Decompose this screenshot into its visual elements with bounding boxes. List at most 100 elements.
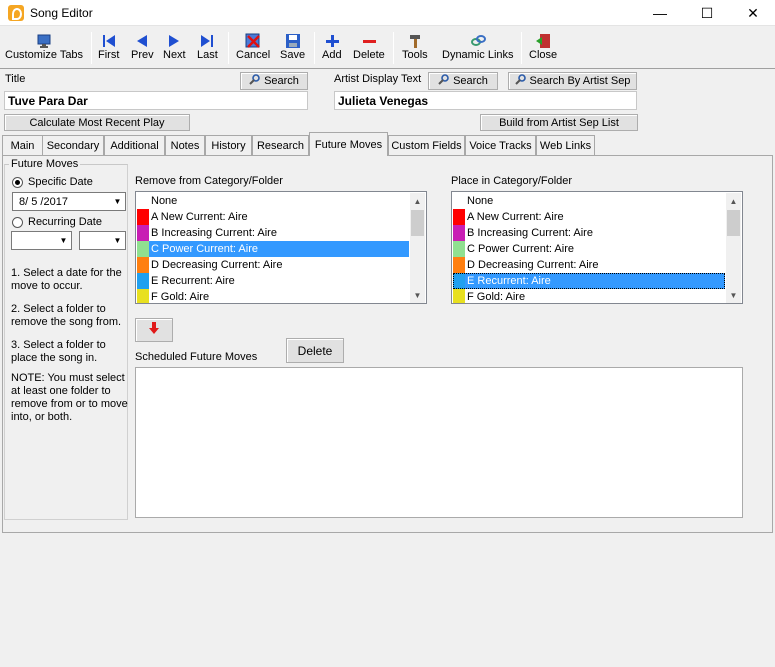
specific-date-picker[interactable]: 8/ 5 /2017 ▼ [12,192,126,211]
place-folder-list[interactable]: F Gold: Aire E Recurrent: Aire D Decreasin… [451,191,743,304]
remove-folder-list[interactable]: F Gold: Aire E Recurrent: Aire D Decreasin… [135,191,427,304]
save-label: Save [280,49,306,61]
list-item[interactable]: None [453,193,725,209]
list-item[interactable]: D Decreasing Current: Aire [453,257,725,273]
list-item[interactable]: D Decreasing Current: Aire [137,257,409,273]
tab-secondary[interactable]: Secondary [42,135,104,155]
add-button[interactable]: Add [319,30,345,66]
list-item[interactable]: F Gold: Aire [453,289,725,303]
title-search-button[interactable]: Search [240,72,308,90]
cancel-label: Cancel [236,49,271,61]
help-note: NOTE: You must select at least one folde… [11,372,128,423]
add-future-move-button[interactable] [135,318,173,342]
minus-icon [360,32,378,49]
toolbar-separator [521,32,522,64]
list-item[interactable]: B Increasing Current: Aire [137,225,409,241]
minimize-button[interactable]: — [637,0,683,26]
delete-move-button[interactable]: Delete [286,338,344,363]
list-item-label: C Power Current: Aire [467,243,574,255]
title-label: Title [5,73,26,85]
list-item[interactable]: A New Current: Aire [453,209,725,225]
recurring-date-radio[interactable]: Recurring Date [12,216,102,228]
tab-history[interactable]: History [205,135,252,155]
close-window-button[interactable]: ✕ [730,0,775,26]
list-item-label: B Increasing Current: Aire [467,227,593,239]
tab-future-moves[interactable]: Future Moves [309,132,388,156]
customize-tabs-button[interactable]: Customize Tabs [2,30,86,66]
recurring-month-select[interactable]: ▼ [11,231,72,250]
list-item[interactable]: C Power Current: Aire [137,241,409,257]
list-item[interactable]: C Power Current: Aire [453,241,725,257]
first-button[interactable]: First [95,30,122,66]
last-button[interactable]: Last [194,30,221,66]
list-item[interactable]: B Increasing Current: Aire [453,225,725,241]
monitor-icon [35,32,53,49]
help-step-3: 3. Select a folder to place the song in. [11,339,106,364]
app-logo-icon [8,5,24,21]
search-by-artist-sep-button[interactable]: Search By Artist Sep [508,72,637,90]
help-step-2: 2. Select a folder to remove the song fr… [11,303,122,328]
tab-web-links[interactable]: Web Links [536,135,595,155]
tab-voice-tracks[interactable]: Voice Tracks [465,135,536,155]
tab-research[interactable]: Research [252,135,309,155]
toolbar: Customize Tabs First Prev Next Last Canc… [0,30,775,66]
scroll-up-icon[interactable]: ▲ [410,193,425,210]
scheduled-moves-label: Scheduled Future Moves [135,351,258,363]
tab-main[interactable]: Main [2,135,43,155]
maximize-button[interactable]: ☐ [684,0,730,26]
color-swatch [137,241,149,257]
tab-custom-fields[interactable]: Custom Fields [388,135,465,155]
hammer-icon [406,32,424,49]
exit-door-icon [534,32,552,49]
save-button[interactable]: Save [277,30,308,66]
toolbar-separator [228,32,229,64]
list-item[interactable]: None [137,193,409,209]
list-item[interactable]: F Gold: Aire [137,289,409,303]
list-item-label: None [151,195,178,207]
place-list-scrollbar[interactable]: ▲ ▼ [726,193,741,303]
prev-icon [133,32,151,49]
dynamic-links-button[interactable]: Dynamic Links [439,30,517,66]
color-swatch [453,289,465,303]
prev-label: Prev [131,49,154,61]
toolbar-separator [91,32,92,64]
recurring-day-select[interactable]: ▼ [79,231,126,250]
next-label: Next [163,49,186,61]
scroll-thumb[interactable] [727,210,740,236]
cancel-button[interactable]: Cancel [233,30,273,66]
remove-list-scrollbar[interactable]: ▲ ▼ [410,193,425,303]
list-item[interactable]: E Recurrent: Aire [137,273,409,289]
place-list-label: Place in Category/Folder [451,175,573,187]
toolbar-separator [314,32,315,64]
title-bar: Song Editor — ☐ ✕ [0,0,775,26]
artist-search-button[interactable]: Search [428,72,498,90]
list-item[interactable]: E Recurrent: Aire [453,273,725,289]
list-item[interactable]: A New Current: Aire [137,209,409,225]
calculate-recent-play-button[interactable]: Calculate Most Recent Play [4,114,190,131]
scheduled-moves-list[interactable] [135,367,743,518]
tools-button[interactable]: Tools [399,30,431,66]
artist-input[interactable]: Julieta Venegas [334,91,637,110]
list-item-label: A New Current: Aire [151,211,248,223]
scroll-up-icon[interactable]: ▲ [726,193,741,210]
radio-unselected-icon [12,216,23,228]
close-label: Close [529,49,558,61]
floppy-icon [284,32,302,49]
title-input[interactable]: Tuve Para Dar [4,91,308,110]
tab-notes[interactable]: Notes [165,135,205,155]
color-swatch [137,273,149,289]
scroll-down-icon[interactable]: ▼ [726,287,741,303]
last-icon [198,32,216,49]
prev-button[interactable]: Prev [128,30,157,66]
search-by-artist-sep-label: Search By Artist Sep [529,75,631,87]
specific-date-radio[interactable]: Specific Date [12,176,93,188]
title-search-label: Search [264,75,299,87]
scroll-thumb[interactable] [411,210,424,236]
chevron-down-icon: ▼ [109,193,125,210]
tab-additional[interactable]: Additional [104,135,165,155]
delete-button[interactable]: Delete [350,30,388,66]
build-artist-sep-button[interactable]: Build from Artist Sep List [480,114,638,131]
scroll-down-icon[interactable]: ▼ [410,287,425,303]
next-button[interactable]: Next [160,30,189,66]
close-button[interactable]: Close [526,30,560,66]
